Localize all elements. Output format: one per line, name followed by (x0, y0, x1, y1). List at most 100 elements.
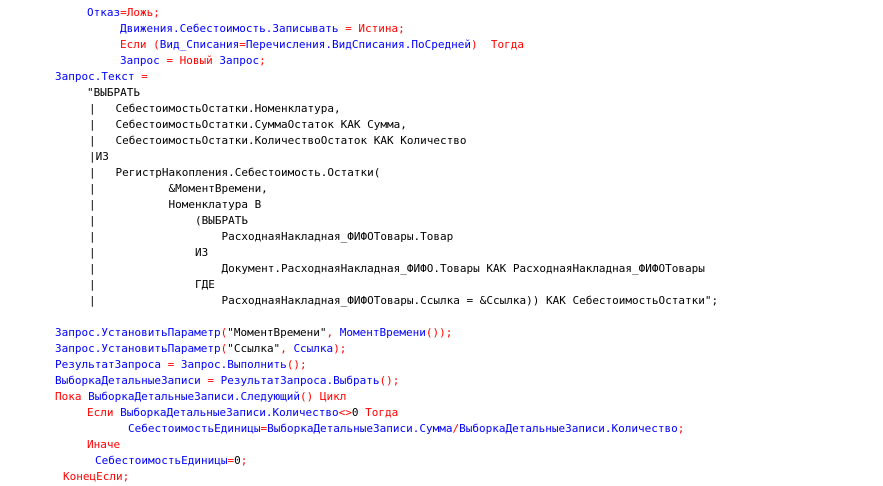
code-token: МоментВремени (339, 326, 426, 339)
code-token: Ложь (126, 6, 154, 19)
code-token: Если (120, 38, 147, 51)
code-token: Тогда (365, 406, 399, 419)
code-token: Пока (55, 390, 82, 403)
code-token: ВыборкаДетальныеЗаписи.Следующий (88, 390, 301, 403)
code-token: "ВЫБРАТЬ (87, 86, 140, 99)
code-token: СебестоимостьЕдиницы (128, 422, 261, 435)
code-line[interactable]: Запрос.Текст = (55, 69, 148, 85)
code-token: = (120, 6, 127, 19)
code-token: | Документ.РасходнаяНакладная_ФИФО.Товар… (89, 262, 705, 275)
code-line[interactable]: | ИЗ (89, 245, 208, 261)
code-line[interactable]: | &МоментВремени, (89, 181, 268, 197)
code-line[interactable]: | СебестоимостьОстатки.Номенклатура, (89, 101, 341, 117)
code-token: | РегистрНакопления.Себестоимость.Остатк… (89, 166, 381, 179)
code-token: 0 (351, 406, 359, 419)
code-line[interactable]: Запрос.УстановитьПараметр("Ссылка", Ссыл… (55, 341, 346, 357)
code-token: Запрос.Выполнить (180, 358, 287, 371)
code-token: ; (153, 6, 160, 19)
code-line[interactable]: Пока ВыборкаДетальныеЗаписи.Следующий() … (55, 389, 346, 405)
code-token: 0 (234, 454, 241, 467)
code-token: | Номенклатура В (89, 198, 262, 211)
code-editor[interactable]: Отказ=Ложь; Движения.Себестоимость.Записы… (0, 0, 883, 486)
code-line[interactable]: РезультатЗапроса = Запрос.Выполнить(); (55, 357, 307, 373)
code-token: | СебестоимостьОстатки.КоличествоОстаток… (89, 134, 467, 147)
code-line[interactable]: Запрос.УстановитьПараметр("МоментВремени… (55, 325, 452, 341)
code-token: Перечисления.ВидСписания.ПоСредней (245, 38, 472, 51)
code-line[interactable]: | РегистрНакопления.Себестоимость.Остатк… (89, 165, 380, 181)
code-token: Ссылка (293, 342, 334, 355)
code-line[interactable]: Отказ=Ложь; (87, 5, 160, 21)
code-token: ВыборкаДетальныеЗаписи.Сумма (267, 422, 453, 435)
code-token: ; (677, 422, 685, 435)
code-token: | СебестоимостьОстатки.СуммаОстаток КАК … (89, 118, 407, 131)
code-token: = (159, 54, 180, 67)
code-line[interactable]: Иначе (87, 437, 120, 453)
code-token: = (200, 374, 221, 387)
code-token: | &МоментВремени, (89, 182, 268, 195)
code-line[interactable]: | ГДЕ (89, 277, 215, 293)
code-token: Запрос.Текст (55, 70, 135, 83)
code-line[interactable]: ВыборкаДетальныеЗаписи = РезультатЗапрос… (55, 373, 399, 389)
code-token: СебестоимостьЕдиницы (95, 454, 228, 467)
code-token: КонецЕсли (63, 470, 123, 483)
code-token: ( (146, 38, 160, 51)
code-line[interactable]: | РасходнаяНакладная_ФИФОТовары.Ссылка =… (89, 293, 718, 309)
code-token: | (ВЫБРАТЬ (89, 214, 248, 227)
code-token: Движения.Себестоимость.Записывать (120, 22, 339, 35)
code-line[interactable]: | СебестоимостьОстатки.КоличествоОстаток… (89, 133, 467, 149)
code-line[interactable]: СебестоимостьЕдиницы=0; (95, 453, 247, 469)
code-token: Тогда (490, 38, 525, 51)
code-token: ВыборкаДетальныеЗаписи.Количество (120, 406, 339, 419)
code-line[interactable]: Запрос = Новый Запрос; (120, 53, 266, 69)
code-token: <> (338, 406, 352, 419)
code-token: | ГДЕ (89, 278, 215, 291)
code-line[interactable]: СебестоимостьЕдиницы=ВыборкаДетальныеЗап… (128, 421, 684, 437)
code-token: (); (286, 358, 307, 371)
code-token: Если (87, 406, 114, 419)
code-token: ; (240, 454, 248, 467)
code-token: | ИЗ (89, 246, 209, 259)
code-token: ) (471, 38, 491, 51)
code-token: Запрос.УстановитьПараметр (55, 342, 221, 355)
code-token: "МоментВремени" (227, 326, 327, 339)
code-token: Цикл (319, 390, 347, 403)
code-line[interactable]: КонецЕсли; (63, 469, 129, 485)
code-token: ()); (425, 326, 453, 339)
code-token: = (338, 22, 359, 35)
code-line[interactable]: | (ВЫБРАТЬ (89, 213, 248, 229)
code-token: , (326, 326, 340, 339)
code-token: "Ссылка" (227, 342, 281, 355)
code-token: | РасходнаяНакладная_ФИФОТовары.Ссылка =… (89, 294, 719, 307)
code-token: РезультатЗапроса.Выбрать (220, 374, 380, 387)
code-line[interactable]: "ВЫБРАТЬ (87, 85, 140, 101)
code-token: = (160, 358, 181, 371)
code-token: Отказ (87, 6, 121, 19)
code-token: ; (398, 22, 405, 35)
code-token: Запрос (219, 54, 260, 67)
code-token: = (239, 38, 246, 51)
code-token: ВыборкаДетальныеЗаписи (55, 374, 201, 387)
code-token: ); (333, 342, 347, 355)
code-token: РезультатЗапроса (55, 358, 161, 371)
code-line[interactable]: | Документ.РасходнаяНакладная_ФИФО.Товар… (89, 261, 705, 277)
code-line[interactable]: Если ВыборкаДетальныеЗаписи.Количество<>… (87, 405, 398, 421)
code-line[interactable]: |ИЗ (89, 149, 109, 165)
code-token: Запрос.УстановитьПараметр (55, 326, 221, 339)
code-token: |ИЗ (89, 150, 109, 163)
code-line[interactable]: Если (Вид_Списания=Перечисления.ВидСписа… (120, 37, 524, 53)
code-line[interactable]: | Номенклатура В (89, 197, 261, 213)
code-line[interactable]: | РасходнаяНакладная_ФИФОТовары.Товар (89, 229, 453, 245)
code-token: ВыборкаДетальныеЗаписи.Количество (459, 422, 678, 435)
code-token: | РасходнаяНакладная_ФИФОТовары.Товар (89, 230, 454, 243)
code-line[interactable]: | СебестоимостьОстатки.СуммаОстаток КАК … (89, 117, 407, 133)
code-token: Вид_Списания (159, 38, 240, 51)
code-token: Запрос (120, 54, 160, 67)
code-token: , (280, 342, 294, 355)
code-line[interactable]: Движения.Себестоимость.Записывать = Исти… (120, 21, 405, 37)
code-token: ; (122, 470, 130, 483)
code-token: Иначе (87, 438, 121, 451)
code-token: Новый (179, 54, 213, 67)
code-token: | СебестоимостьОстатки.Номенклатура, (89, 102, 341, 115)
code-token: Истина (358, 22, 399, 35)
code-token: () (300, 390, 320, 403)
